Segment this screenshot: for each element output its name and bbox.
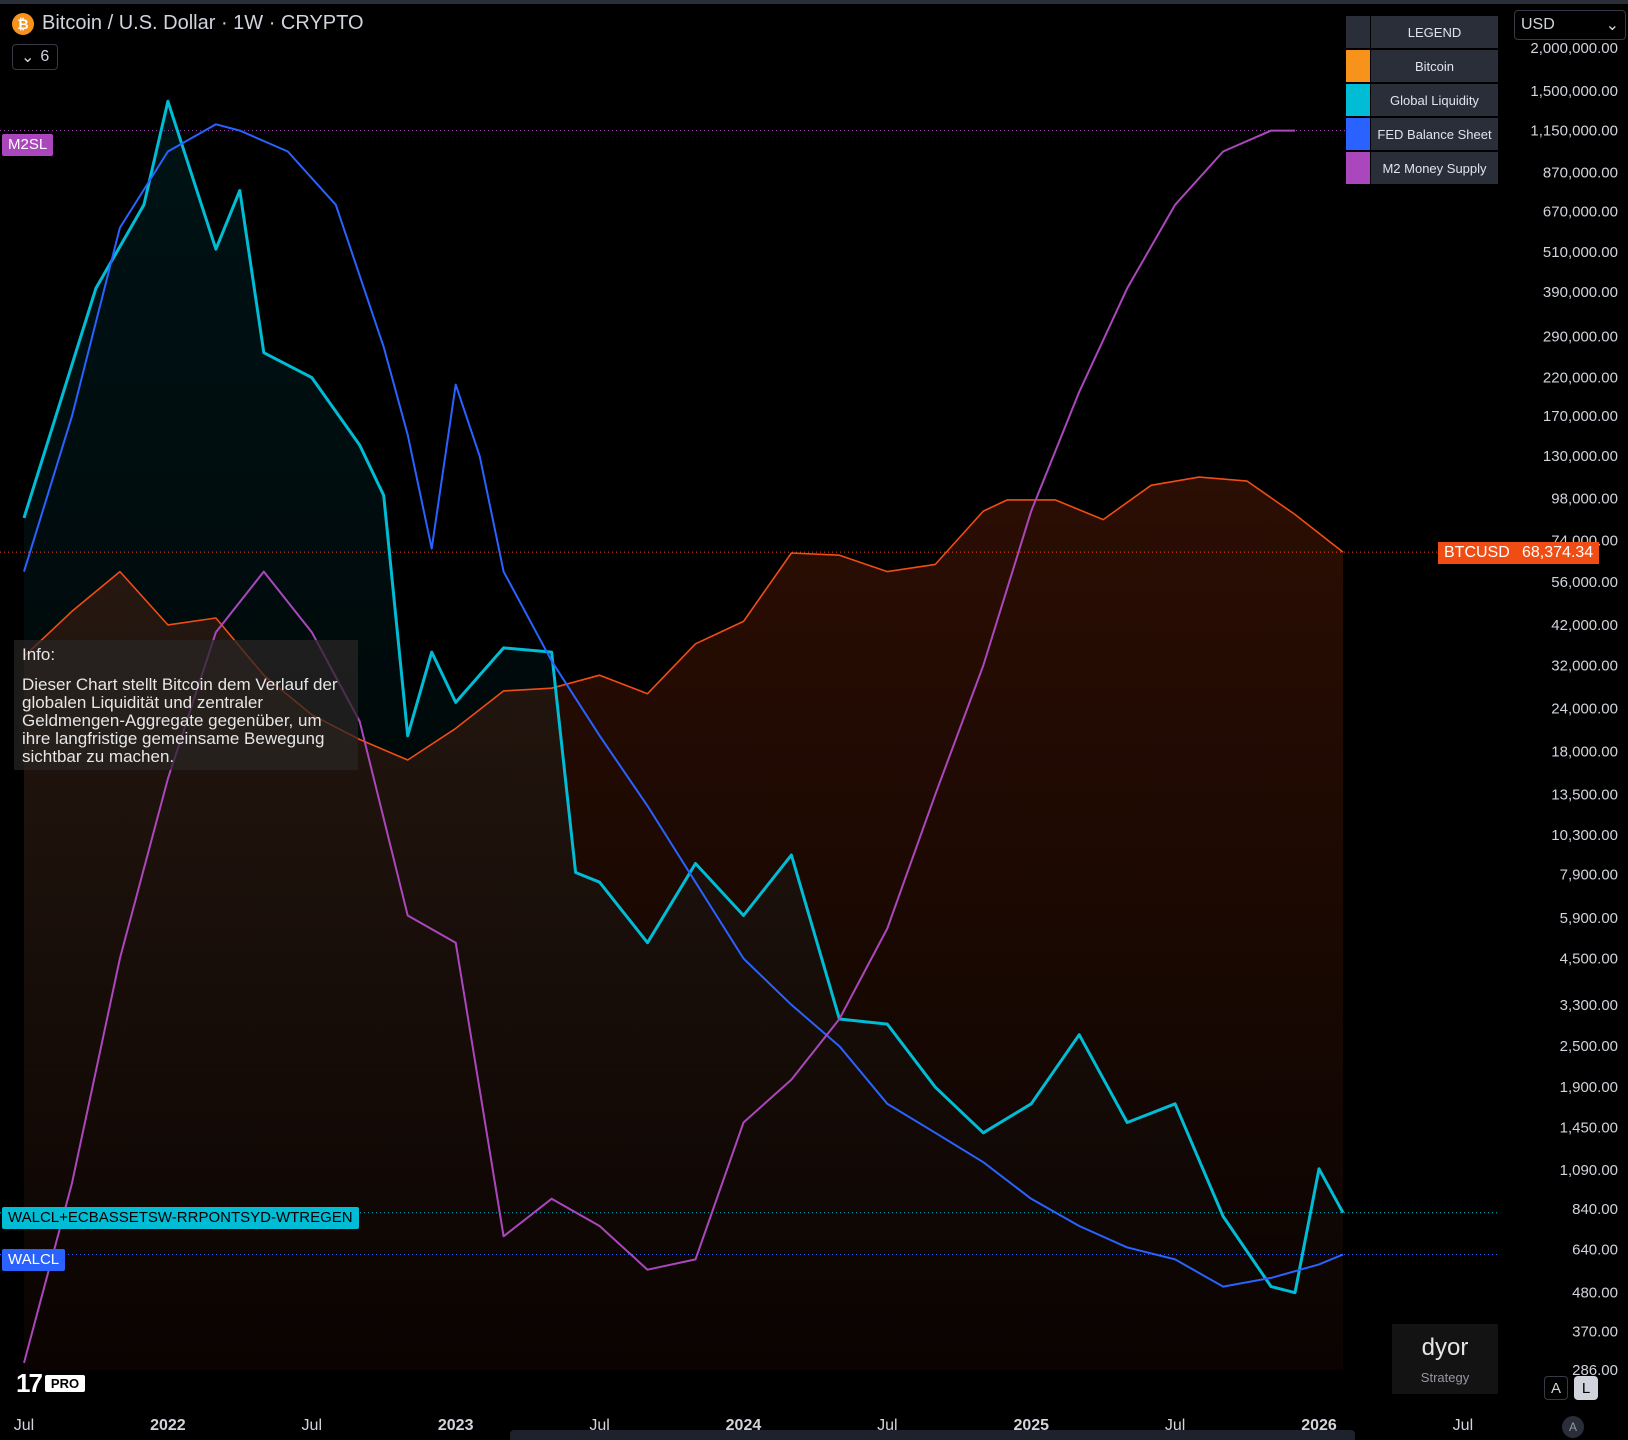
y-axis-tick-label: 170,000.00 <box>1543 408 1618 425</box>
x-axis-tick-label: Jul <box>14 1417 34 1434</box>
bottom-toolbar-edge <box>510 1430 1355 1440</box>
symbol-header[interactable]: ₿ Bitcoin / U.S. Dollar · 1W · CRYPTO <box>12 12 364 35</box>
log-scale-button[interactable]: L <box>1574 1376 1598 1400</box>
y-axis-tick-label: 1,150,000.00 <box>1530 123 1618 140</box>
x-axis-tick-label: 2022 <box>150 1417 186 1434</box>
x-axis-tick-label: Jul <box>1453 1417 1473 1434</box>
y-axis-tick-label: 370.00 <box>1572 1324 1618 1341</box>
legend-swatch-fed <box>1346 118 1370 150</box>
legend-item: M2 Money Supply <box>1346 152 1498 184</box>
legend-swatch-bitcoin <box>1346 50 1370 82</box>
y-axis-tick-label: 18,000.00 <box>1551 743 1618 760</box>
y-axis-tick-label: 2,500.00 <box>1560 1038 1618 1055</box>
tradingview-logo[interactable]: 17 PRO <box>16 1368 86 1399</box>
y-axis-tick-label: 480.00 <box>1572 1285 1618 1302</box>
y-axis-tick-label: 98,000.00 <box>1551 490 1618 507</box>
x-axis-tick-label: 2023 <box>438 1417 474 1434</box>
dyor-badge: dyor Strategy <box>1392 1324 1498 1394</box>
indicator-count: 6 <box>40 48 50 65</box>
legend-swatch-m2 <box>1346 152 1370 184</box>
legend-item: FED Balance Sheet <box>1346 118 1498 150</box>
collapse-indicators-button[interactable]: ⌄ 6 <box>12 44 59 70</box>
y-axis-tick-label: 130,000.00 <box>1543 448 1618 465</box>
legend-label-m2: M2 Money Supply <box>1371 152 1498 184</box>
symbol-title: Bitcoin / U.S. Dollar · 1W · CRYPTO <box>42 12 364 34</box>
symbol-price-tag: BTCUSD <box>1438 542 1516 564</box>
info-box: Info: Dieser Chart stellt Bitcoin dem Ve… <box>14 640 358 770</box>
auto-scale-button[interactable]: A <box>1544 1376 1568 1400</box>
y-axis-tick-label: 1,900.00 <box>1560 1079 1618 1096</box>
currency-value: USD <box>1521 16 1555 33</box>
time-axis-auto-button[interactable]: A <box>1562 1416 1584 1438</box>
dyor-title: dyor <box>1421 1334 1469 1361</box>
legend-item: Bitcoin <box>1346 50 1498 82</box>
legend-item: Global Liquidity <box>1346 84 1498 116</box>
y-axis-tick-label: 1,500,000.00 <box>1530 83 1618 100</box>
currency-select[interactable]: USD ⌄ <box>1514 10 1626 40</box>
y-axis-tick-label: 870,000.00 <box>1543 164 1618 181</box>
info-title: Info: <box>22 645 56 664</box>
y-axis-tick-label: 32,000.00 <box>1551 658 1618 675</box>
fed-line-tag: WALCL <box>2 1249 66 1271</box>
y-axis-tick-label: 640.00 <box>1572 1242 1618 1259</box>
legend-header: LEGEND <box>1346 16 1498 48</box>
y-axis-tick-label: 42,000.00 <box>1551 617 1618 634</box>
legend-header-swatch <box>1346 16 1370 48</box>
x-axis-tick-label: Jul <box>302 1417 322 1434</box>
legend-swatch-global-liquidity <box>1346 84 1370 116</box>
y-axis-tick-label: 1,450.00 <box>1560 1120 1618 1137</box>
last-price-tag: 68,374.34 <box>1516 542 1600 564</box>
chevron-down-icon: ⌄ <box>21 49 35 66</box>
global-liquidity-line-tag: WALCL+ECBASSETSW-RRPONTSYD-WTREGEN <box>2 1207 359 1229</box>
legend-title: LEGEND <box>1371 16 1498 48</box>
tradingview-mark-icon: 17 <box>16 1368 43 1398</box>
legend-label-global-liquidity: Global Liquidity <box>1371 84 1498 116</box>
chevron-down-icon: ⌄ <box>1605 17 1619 34</box>
y-axis-tick-label: 1,090.00 <box>1560 1162 1618 1179</box>
legend-label-bitcoin: Bitcoin <box>1371 50 1498 82</box>
legend-table: LEGEND Bitcoin Global Liquidity FED Bala… <box>1346 16 1498 186</box>
y-axis-tick-label: 4,500.00 <box>1560 950 1618 967</box>
y-axis-tick-label: 5,900.00 <box>1560 910 1618 927</box>
info-text: Dieser Chart stellt Bitcoin dem Verlauf … <box>22 675 338 766</box>
y-axis-tick-label: 10,300.00 <box>1551 827 1618 844</box>
y-axis-tick-label: 220,000.00 <box>1543 370 1618 387</box>
y-axis-tick-label: 24,000.00 <box>1551 700 1618 717</box>
y-axis-tick-label: 3,300.00 <box>1560 997 1618 1014</box>
y-axis-tick-label: 290,000.00 <box>1543 328 1618 345</box>
y-axis-tick-label: 2,000,000.00 <box>1530 40 1618 57</box>
y-axis-tick-label: 840.00 <box>1572 1201 1618 1218</box>
y-axis-tick-label: 13,500.00 <box>1551 786 1618 803</box>
y-axis-tick-label: 56,000.00 <box>1551 574 1618 591</box>
legend-label-fed: FED Balance Sheet <box>1371 118 1498 150</box>
y-axis-tick-label: 670,000.00 <box>1543 203 1618 220</box>
pro-badge: PRO <box>44 1375 86 1392</box>
m2-line-tag: M2SL <box>2 134 54 156</box>
y-axis-tick-label: 510,000.00 <box>1543 244 1618 261</box>
bitcoin-icon: ₿ <box>12 12 34 35</box>
dyor-subtitle: Strategy <box>1420 1370 1470 1385</box>
y-axis-tick-label: 390,000.00 <box>1543 284 1618 301</box>
y-axis-tick-label: 7,900.00 <box>1560 866 1618 883</box>
